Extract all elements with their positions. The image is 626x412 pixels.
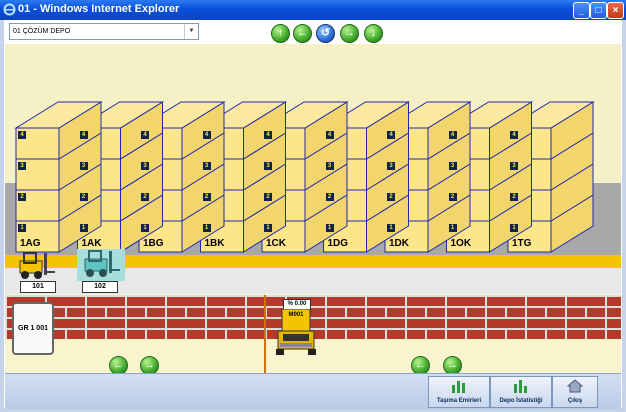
rack-level-badge: 1 bbox=[202, 224, 211, 232]
forklift-icon bbox=[84, 250, 120, 277]
rack-level-badge: 1 bbox=[510, 224, 518, 232]
rack-label: 1TG bbox=[512, 238, 532, 249]
rack-level-badge: 3 bbox=[79, 162, 88, 170]
ie-window: 01 - Windows Internet Explorer _ □ × 01 … bbox=[0, 0, 626, 412]
house-icon bbox=[566, 379, 584, 393]
truck-m001[interactable]: M001 bbox=[274, 308, 318, 362]
rack-level-badge: 1 bbox=[387, 224, 395, 232]
rack-level-badge: 2 bbox=[141, 193, 149, 201]
rack-level-badge: 4 bbox=[79, 131, 88, 139]
rack-level-badge: 3 bbox=[448, 162, 457, 170]
forklift-102-label: 102 bbox=[82, 281, 118, 293]
truck-label: M001 bbox=[288, 312, 304, 318]
rack-label: 1OK bbox=[450, 238, 472, 249]
rack-label: 1BK bbox=[204, 238, 225, 249]
rack-level-badge: 3 bbox=[510, 162, 518, 170]
bar-chart-icon bbox=[452, 381, 465, 393]
rack-level-badge: 1 bbox=[264, 224, 272, 232]
depot-stats-label: Depo İstatistiği bbox=[499, 398, 543, 404]
rack-level-badge: 4 bbox=[18, 131, 26, 139]
rack-level-badge: 2 bbox=[79, 193, 88, 201]
rack-level-badge: 4 bbox=[202, 131, 211, 139]
rack-level-badge: 4 bbox=[387, 131, 395, 139]
rack-level-badge: 3 bbox=[264, 162, 272, 170]
rack-level-badge: 4 bbox=[448, 131, 457, 139]
transport-orders-button[interactable]: Taşıma Emirleri bbox=[428, 376, 490, 408]
rack-level-badge: 4 bbox=[325, 131, 334, 139]
rack-level-badge: 1 bbox=[325, 224, 334, 232]
rack-level-badge: 3 bbox=[202, 162, 211, 170]
rack-level-badge: 2 bbox=[387, 193, 395, 201]
stats-icon bbox=[514, 380, 527, 393]
rack-label: 1BG bbox=[143, 238, 164, 249]
rack-level-badge: 2 bbox=[510, 193, 518, 201]
rack-label: 1DG bbox=[327, 238, 349, 249]
rack-level-badge: 3 bbox=[18, 162, 26, 170]
rack-label: 1AG bbox=[20, 238, 41, 249]
rack-level-badge: 2 bbox=[18, 193, 26, 201]
rack-level-badge: 3 bbox=[141, 162, 149, 170]
transport-orders-label: Taşıma Emirleri bbox=[436, 398, 482, 404]
rack-label: 1AK bbox=[81, 238, 102, 249]
rack-level-badge: 2 bbox=[448, 193, 457, 201]
rack-level-badge: 1 bbox=[141, 224, 149, 232]
gate-label: GR 1 001 bbox=[18, 325, 48, 332]
depot-stats-button[interactable]: Depo İstatistiği bbox=[490, 376, 552, 408]
rack-level-badge: 2 bbox=[202, 193, 211, 201]
rack-level-badge: 1 bbox=[79, 224, 88, 232]
rack-level-badge: 4 bbox=[510, 131, 518, 139]
rack-level-badge: 3 bbox=[387, 162, 395, 170]
gate-box[interactable]: GR 1 001 bbox=[12, 302, 54, 355]
rack-label: 1DK bbox=[389, 238, 410, 249]
rack-level-badge: 1 bbox=[448, 224, 457, 232]
rack-label: 1CK bbox=[266, 238, 287, 249]
rack-level-badge: 2 bbox=[264, 193, 272, 201]
forklift-102[interactable] bbox=[77, 249, 125, 281]
rack-level-badge: 3 bbox=[325, 162, 334, 170]
forklift-icon bbox=[19, 252, 55, 279]
rack-level-badge: 1 bbox=[18, 224, 26, 232]
rack-level-badge: 2 bbox=[325, 193, 334, 201]
dock-divider bbox=[264, 295, 266, 375]
exit-button[interactable]: Çıkış bbox=[552, 376, 598, 408]
rack-level-badge: 4 bbox=[264, 131, 272, 139]
rack-level-badge: 4 bbox=[141, 131, 149, 139]
exit-label: Çıkış bbox=[567, 398, 583, 404]
forklift-101-label: 101 bbox=[20, 281, 56, 293]
